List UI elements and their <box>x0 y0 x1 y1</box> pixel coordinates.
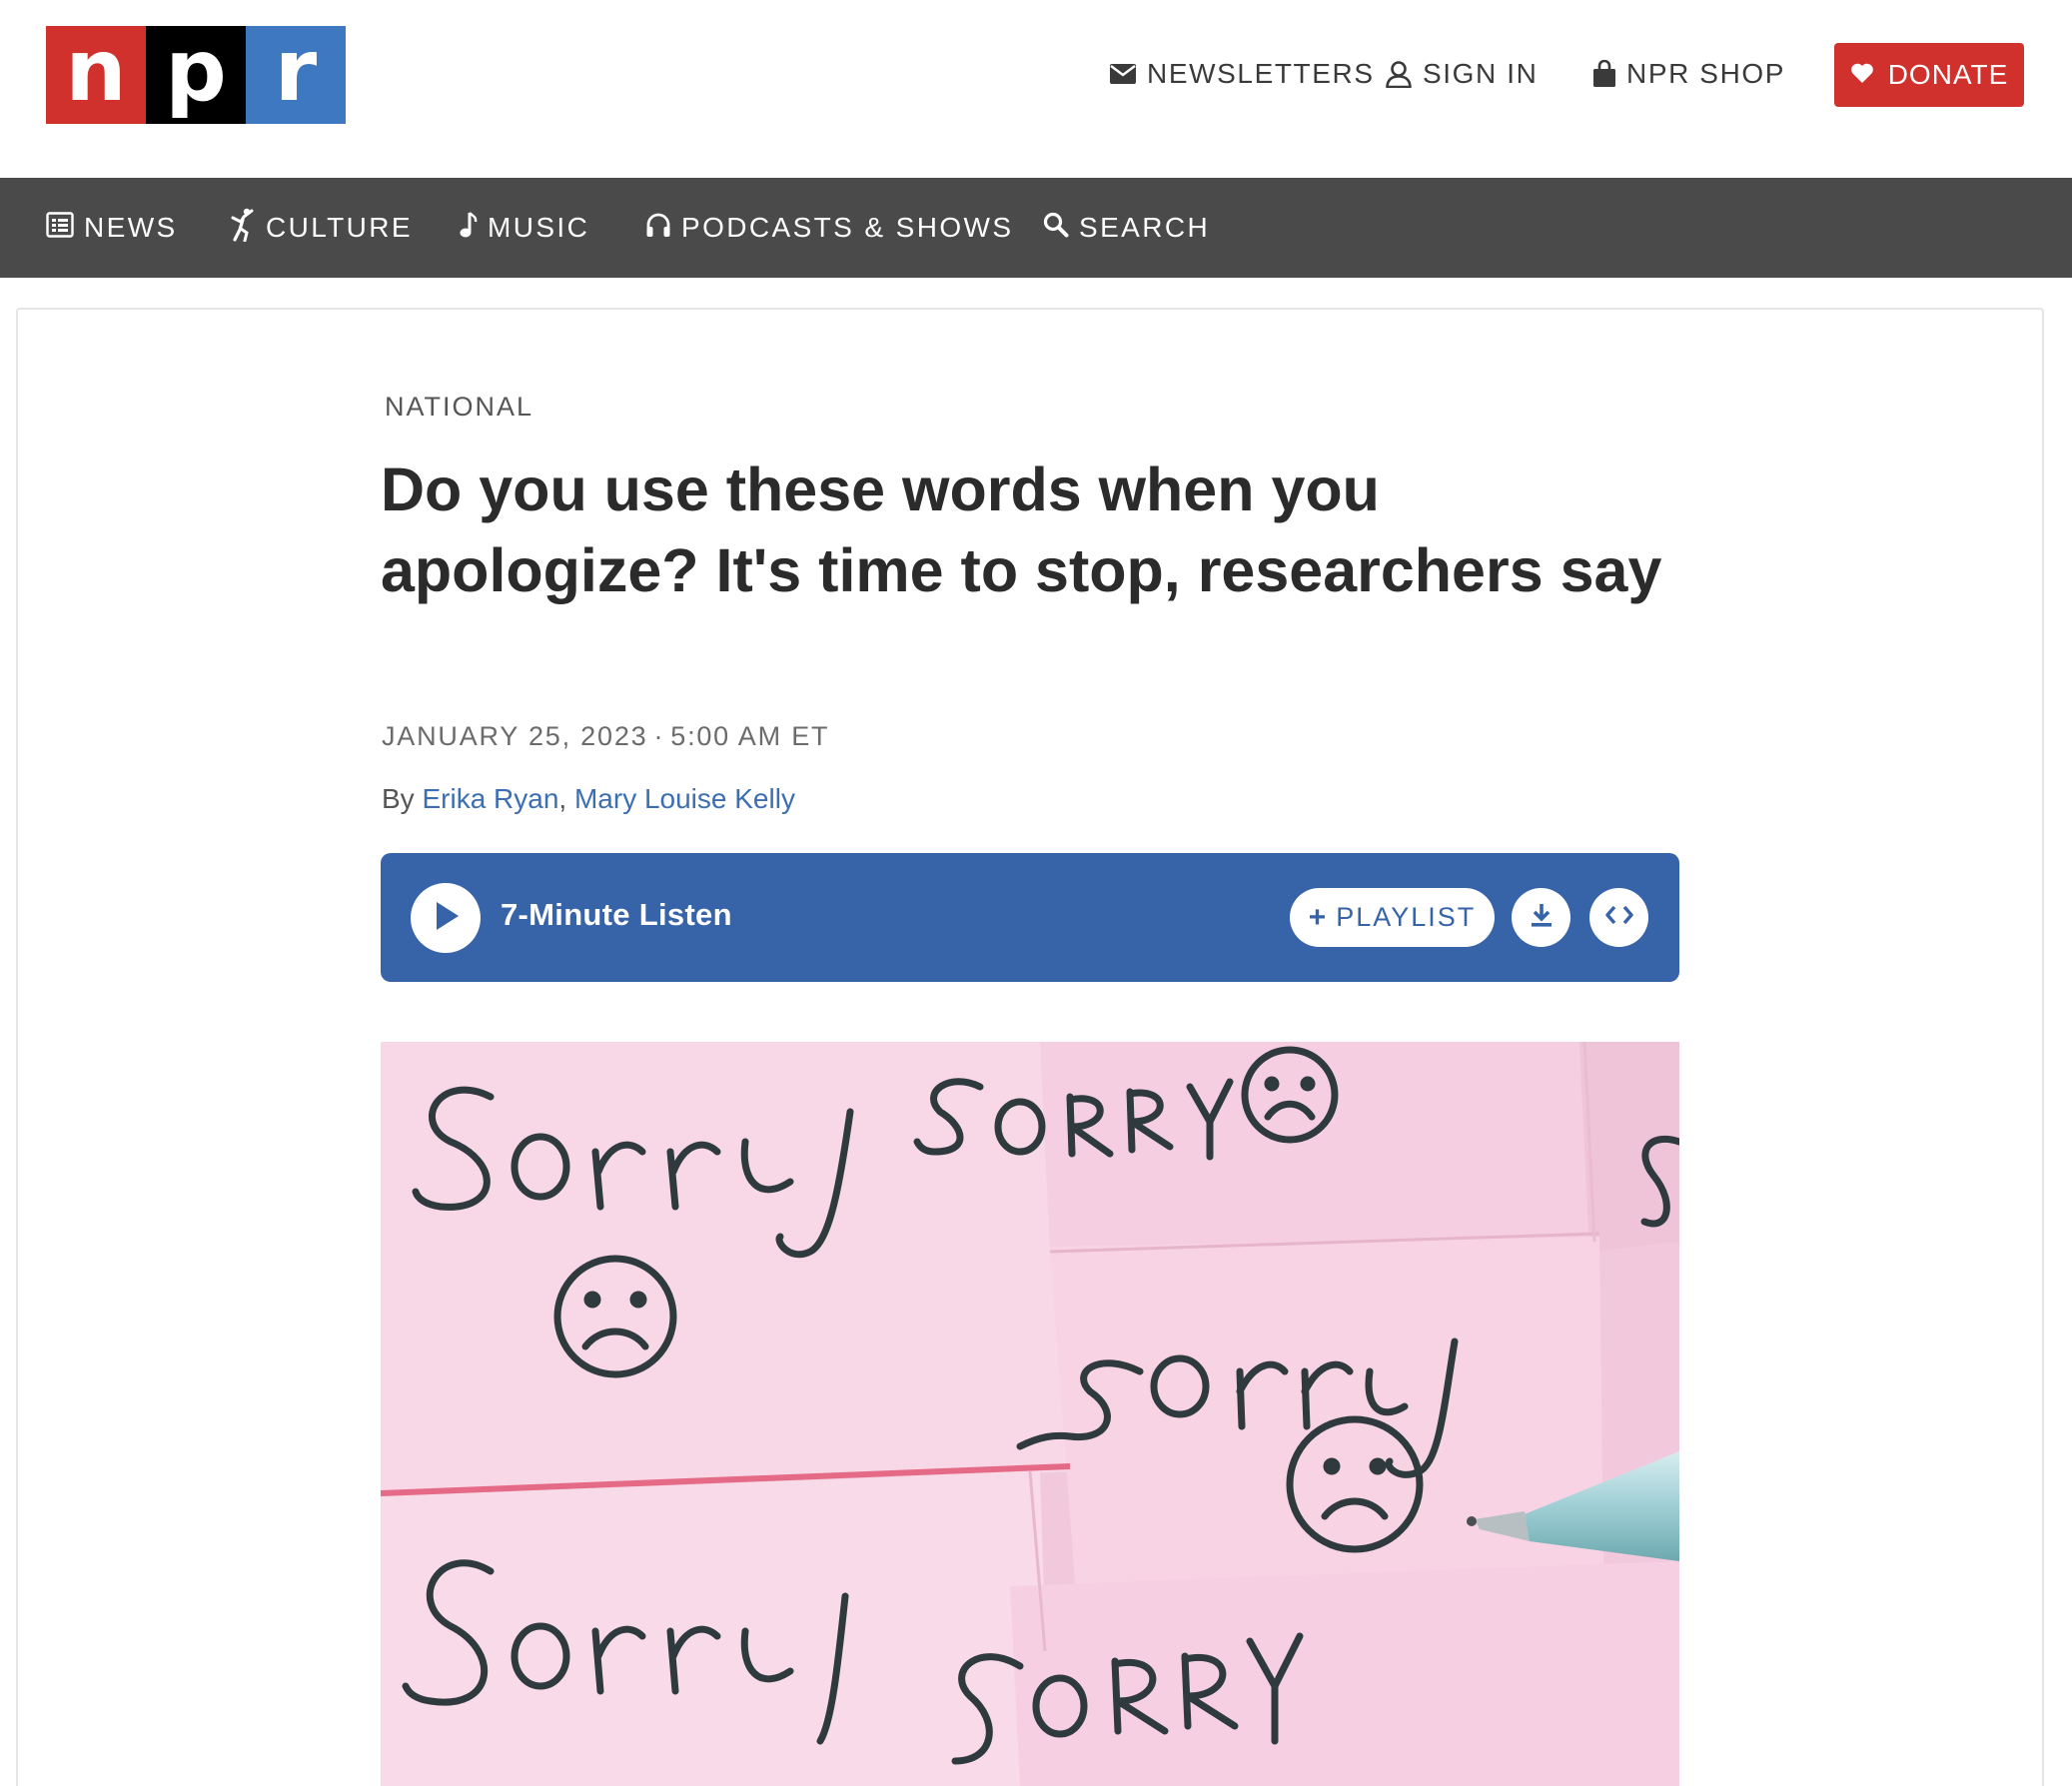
download-button[interactable] <box>1512 888 1570 947</box>
nav-item-news[interactable]: NEWS <box>46 178 178 278</box>
nav-item-podcasts-shows[interactable]: PODCASTS & SHOWS <box>645 178 1013 278</box>
lead-image-sorry-notes <box>381 1042 1679 1786</box>
heart-icon <box>1850 59 1874 91</box>
sticky-notes-illustration <box>381 1042 1679 1786</box>
nav-item-culture[interactable]: CULTURE <box>230 178 413 278</box>
sign-in-label: SIGN IN <box>1423 58 1539 89</box>
logo-letter-n: n <box>46 26 146 124</box>
donate-button[interactable]: DONATE <box>1834 43 2024 107</box>
author-link-erika-ryan[interactable]: Erika Ryan <box>422 783 558 814</box>
npr-shop-label: NPR SHOP <box>1626 58 1786 89</box>
user-icon <box>1385 60 1413 88</box>
author-separator: , <box>558 783 567 814</box>
add-to-playlist-button[interactable]: + PLAYLIST <box>1290 888 1495 947</box>
article-date: JANUARY 25, 2023 <box>382 721 648 751</box>
article-dateline: JANUARY 25, 2023 · 5:00 AM ET <box>382 721 829 752</box>
playlist-label: PLAYLIST <box>1336 902 1477 932</box>
logo-letter-r: r <box>246 26 346 124</box>
article-time: 5:00 AM ET <box>670 721 830 751</box>
byline: By Erika Ryan, Mary Louise Kelly <box>382 783 795 815</box>
newsletters-label: NEWSLETTERS <box>1147 58 1375 89</box>
sign-in-link[interactable]: SIGN IN <box>1385 52 1538 96</box>
shopping-bag-icon <box>1592 60 1616 88</box>
nav-news-label: NEWS <box>84 212 178 243</box>
listen-duration-label: 7-Minute Listen <box>501 897 732 932</box>
author-link-mary-louise-kelly[interactable]: Mary Louise Kelly <box>574 783 795 814</box>
embed-button[interactable] <box>1589 888 1648 947</box>
sticky-note <box>1040 1042 1599 1252</box>
music-note-icon <box>460 211 478 246</box>
handwriting <box>1369 1457 1387 1475</box>
plus-icon: + <box>1308 900 1329 934</box>
sticky-note <box>1010 1561 1679 1786</box>
dateline-separator: · <box>653 721 665 751</box>
handwriting <box>1300 1076 1316 1092</box>
nav-culture-label: CULTURE <box>266 212 413 243</box>
sticky-note <box>381 1042 1080 1491</box>
nav-music-label: MUSIC <box>488 212 590 243</box>
play-icon <box>431 900 461 937</box>
audio-player: 7-Minute Listen + PLAYLIST <box>381 853 1679 982</box>
embed-code-icon <box>1604 904 1634 931</box>
culture-icon <box>230 208 256 249</box>
sticky-note <box>381 1471 1050 1786</box>
play-button[interactable] <box>411 883 481 953</box>
handwriting <box>583 1291 601 1309</box>
main-nav: NEWS CULTURE MUSIC PODCASTS & SHOWS SEAR… <box>0 178 2072 278</box>
search-icon <box>1043 212 1069 245</box>
nav-podcasts-label: PODCASTS & SHOWS <box>681 212 1014 243</box>
handwriting <box>1264 1076 1280 1092</box>
download-icon <box>1530 902 1554 933</box>
donate-label: DONATE <box>1887 59 2009 90</box>
newsletters-link[interactable]: NEWSLETTERS <box>1109 52 1375 96</box>
handwriting <box>1323 1457 1341 1475</box>
handwriting <box>629 1291 647 1309</box>
logo-letter-p: p <box>146 26 246 124</box>
headphones-icon <box>645 212 671 245</box>
npr-shop-link[interactable]: NPR SHOP <box>1592 52 1785 96</box>
nav-item-music[interactable]: MUSIC <box>460 178 589 278</box>
nav-search-label: SEARCH <box>1079 212 1211 243</box>
site-header: n p r NEWSLETTERS SIGN IN NPR SHOP DONAT… <box>0 0 2072 178</box>
news-icon <box>46 211 74 245</box>
article-headline: Do you use these words when you apologiz… <box>381 455 1662 604</box>
nav-item-search[interactable]: SEARCH <box>1043 178 1210 278</box>
section-slug[interactable]: NATIONAL <box>385 392 533 423</box>
npr-logo[interactable]: n p r <box>46 26 346 124</box>
envelope-icon <box>1109 63 1137 85</box>
byline-prefix: By <box>382 783 415 814</box>
